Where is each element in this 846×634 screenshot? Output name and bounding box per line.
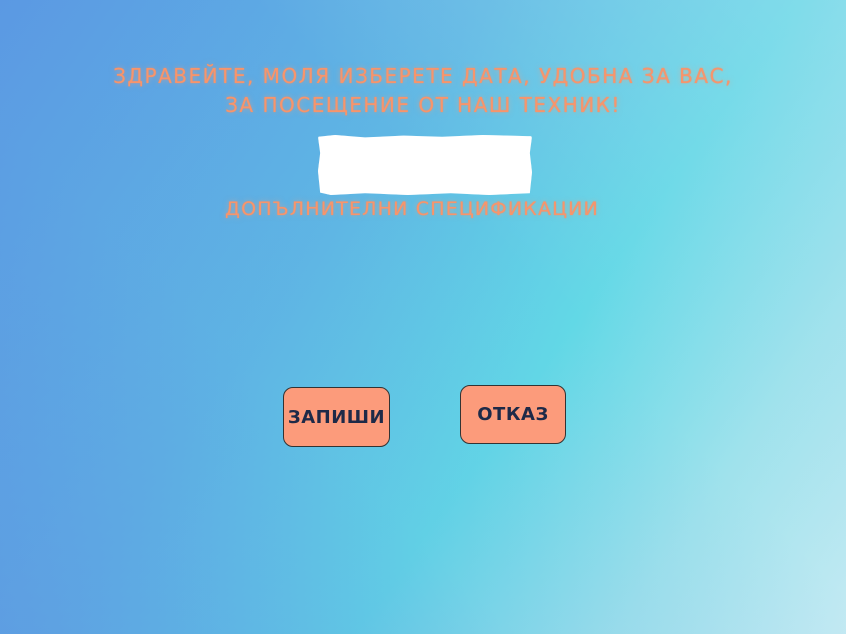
date-input[interactable] [318,135,532,195]
cancel-button[interactable]: ОТКАЗ [460,385,566,444]
heading-line-1: ЗДРАВЕЙТЕ, МОЛЯ ИЗБЕРЕТЕ ДАТА, УДОБНА ЗА… [113,64,733,88]
additional-specifications-label: ДОПЪЛНИТЕЛНИ СПЕЦИФИКАЦИИ [225,198,599,220]
save-button[interactable]: ЗАПИШИ [283,387,390,447]
heading-line-2: ЗА ПОСЕЩЕНИЕ ОТ НАШ ТЕХНИК! [225,93,621,117]
page-heading: ЗДРАВЕЙТЕ, МОЛЯ ИЗБЕРЕТЕ ДАТА, УДОБНА ЗА… [0,62,846,120]
